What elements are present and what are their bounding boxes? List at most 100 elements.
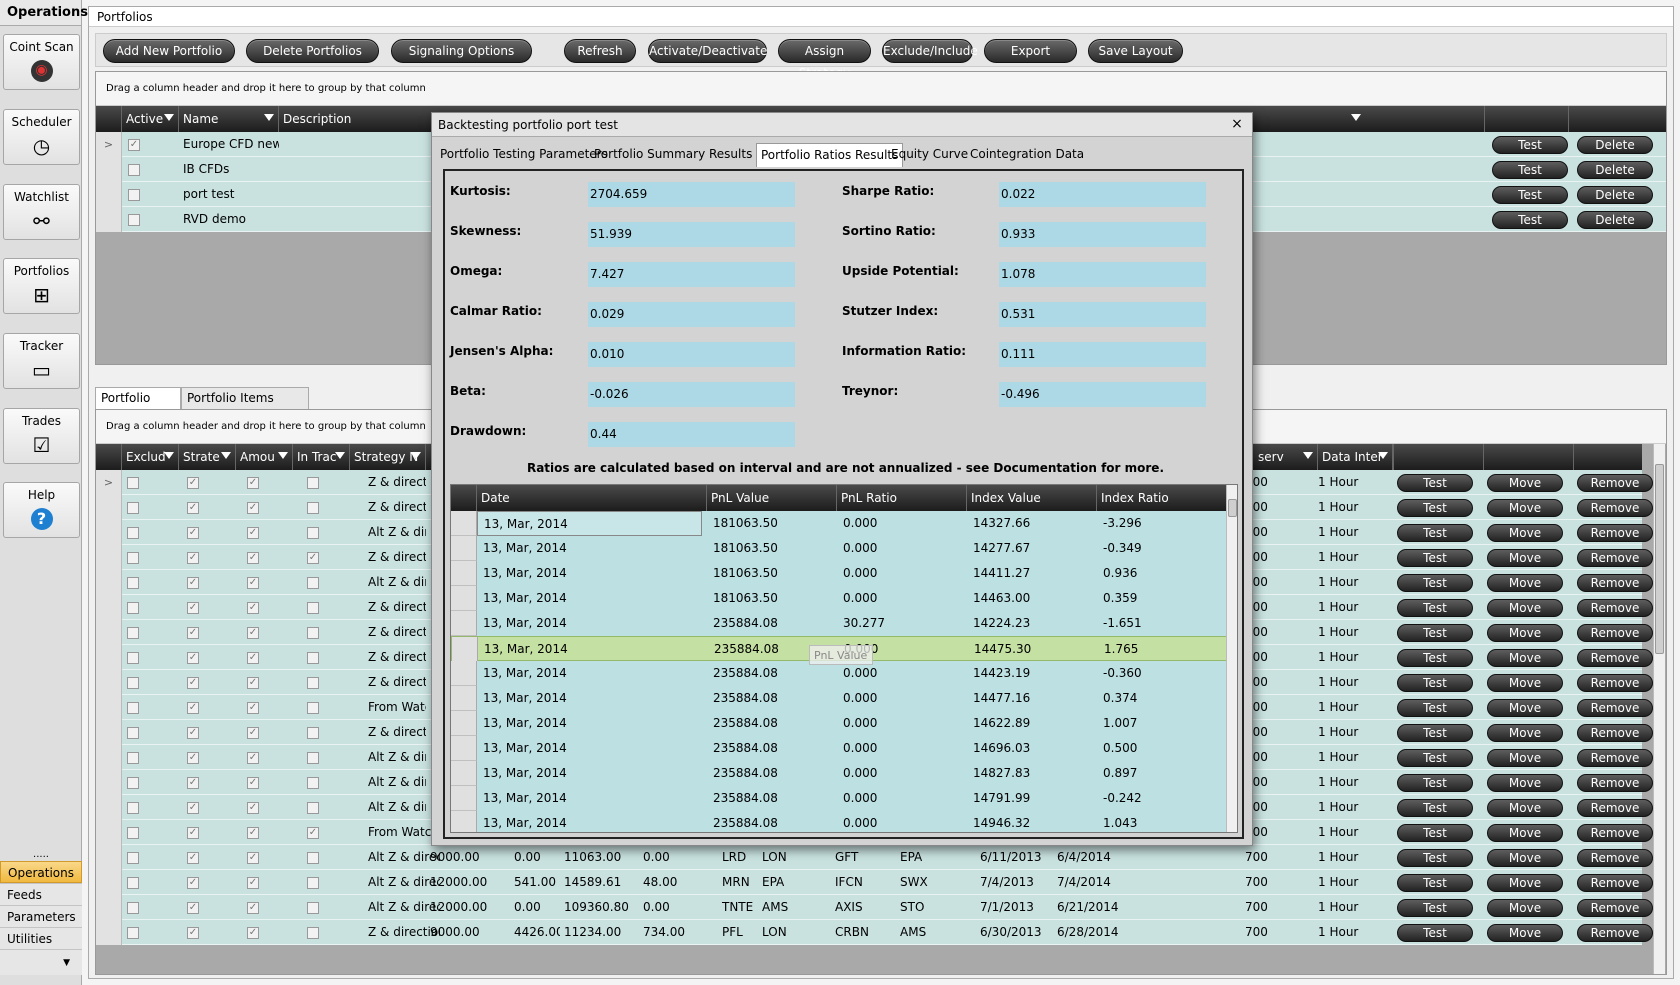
sidebar-button-coint-scan[interactable]: Coint Scan ◉ [3, 34, 80, 90]
move-button[interactable]: Move [1487, 774, 1563, 792]
remove-button[interactable]: Remove [1577, 799, 1653, 817]
in-track-checkbox[interactable] [307, 727, 319, 739]
row-selector[interactable] [451, 511, 477, 536]
column-header-pnl-ratio[interactable]: PnL Ratio [837, 485, 967, 511]
delete-button[interactable]: Delete [1577, 136, 1653, 154]
filter-icon[interactable] [1378, 452, 1388, 459]
in-track-checkbox[interactable] [307, 902, 319, 914]
remove-button[interactable]: Remove [1577, 674, 1653, 692]
test-button[interactable]: Test [1492, 161, 1568, 179]
row-selector[interactable] [451, 711, 477, 736]
strategy-checkbox[interactable]: ✓ [187, 802, 199, 814]
amount-checkbox[interactable]: ✓ [247, 927, 259, 939]
table-row[interactable]: 13, Mar, 2014 235884.08 0.000 14791.99 -0.24… [451, 786, 1227, 811]
in-track-checkbox[interactable] [307, 602, 319, 614]
in-track-checkbox[interactable] [307, 527, 319, 539]
strategy-checkbox[interactable]: ✓ [187, 552, 199, 564]
column-header[interactable]: serv [1254, 444, 1318, 470]
tab-portfolio-items-details[interactable]: Portfolio Items Details [181, 387, 309, 425]
filter-icon[interactable] [164, 452, 174, 459]
in-track-checkbox[interactable] [307, 927, 319, 939]
active-checkbox[interactable] [128, 189, 140, 201]
exclude-checkbox[interactable] [127, 627, 139, 639]
row-selector[interactable]: > [96, 132, 122, 157]
amount-checkbox[interactable]: ✓ [247, 877, 259, 889]
table-row[interactable]: 13, Mar, 2014 181063.50 0.000 14411.27 0.936 [451, 561, 1227, 586]
amount-checkbox[interactable]: ✓ [247, 527, 259, 539]
in-track-checkbox[interactable] [307, 677, 319, 689]
move-button[interactable]: Move [1487, 849, 1563, 867]
tab-cointegration-data[interactable]: Cointegration Data [966, 143, 1088, 167]
row-selector[interactable] [452, 637, 478, 662]
tab-portfolio-summary-results[interactable]: Portfolio Summary Results [590, 143, 756, 167]
row-selector[interactable] [451, 761, 477, 786]
remove-button[interactable]: Remove [1577, 924, 1653, 942]
row-selector[interactable] [96, 520, 122, 545]
tab-equity-curve[interactable]: Equity Curve [887, 143, 972, 167]
column-header[interactable]: Strategy N [350, 444, 426, 470]
strategy-checkbox[interactable]: ✓ [187, 852, 199, 864]
exclude-checkbox[interactable] [127, 702, 139, 714]
toolbar-button-activate-deactivate[interactable]: Activate/Deactivate [648, 39, 767, 63]
delete-button[interactable]: Delete [1577, 161, 1653, 179]
row-selector[interactable] [451, 811, 477, 832]
table-row[interactable]: ✓ ✓ Alt Z & direct 12000.00 0.00 109360.80 0.0… [96, 895, 1653, 920]
table-row[interactable]: ✓ ✓ Z & direction 9000.00 4426.00 11234.00 734… [96, 920, 1653, 945]
column-header-active[interactable]: Active [122, 106, 179, 132]
remove-button[interactable]: Remove [1577, 699, 1653, 717]
row-selector[interactable]: > [96, 470, 122, 495]
sidebar-button-help[interactable]: Help? [3, 482, 80, 538]
nav-overflow-button[interactable]: ▼ [0, 949, 82, 975]
strategy-checkbox[interactable]: ✓ [187, 827, 199, 839]
remove-button[interactable]: Remove [1577, 849, 1653, 867]
in-track-checkbox[interactable] [307, 702, 319, 714]
strategy-checkbox[interactable]: ✓ [187, 627, 199, 639]
exclude-checkbox[interactable] [127, 677, 139, 689]
strategy-checkbox[interactable]: ✓ [187, 502, 199, 514]
scroll-thumb[interactable] [1655, 464, 1664, 654]
column-header[interactable]: Amou [236, 444, 293, 470]
test-button[interactable]: Test [1397, 574, 1473, 592]
filter-icon[interactable] [411, 452, 421, 459]
ratios-vertical-scrollbar[interactable] [1226, 485, 1237, 832]
row-selector[interactable] [96, 795, 122, 820]
strategy-checkbox[interactable]: ✓ [187, 777, 199, 789]
row-selector[interactable] [451, 661, 477, 686]
amount-checkbox[interactable]: ✓ [247, 477, 259, 489]
exclude-checkbox[interactable] [127, 927, 139, 939]
table-row[interactable]: ✓ ✓ Alt Z & direct 9000.00 0.00 11063.00 0.00 L… [96, 845, 1653, 870]
strategy-checkbox[interactable]: ✓ [187, 527, 199, 539]
row-selector[interactable] [96, 870, 122, 895]
toolbar-button-signaling-options[interactable]: Signaling Options [391, 39, 532, 63]
remove-button[interactable]: Remove [1577, 874, 1653, 892]
filter-icon[interactable] [1351, 114, 1361, 121]
test-button[interactable]: Test [1397, 499, 1473, 517]
amount-checkbox[interactable]: ✓ [247, 677, 259, 689]
exclude-checkbox[interactable] [127, 902, 139, 914]
remove-button[interactable]: Remove [1577, 499, 1653, 517]
amount-checkbox[interactable]: ✓ [247, 802, 259, 814]
test-button[interactable]: Test [1397, 549, 1473, 567]
row-selector[interactable] [96, 920, 122, 945]
test-button[interactable]: Test [1397, 799, 1473, 817]
table-row[interactable]: 13, Mar, 2014 235884.08 30.277 14224.23 -1.6… [451, 611, 1227, 636]
sidebar-nav-parameters[interactable]: Parameters [0, 905, 82, 927]
in-track-checkbox[interactable] [307, 777, 319, 789]
tab-portfolio-ratios-results[interactable]: Portfolio Ratios Results [756, 143, 904, 167]
row-selector[interactable] [451, 536, 477, 561]
row-selector[interactable] [451, 686, 477, 711]
remove-button[interactable]: Remove [1577, 899, 1653, 917]
move-button[interactable]: Move [1487, 799, 1563, 817]
move-button[interactable]: Move [1487, 749, 1563, 767]
move-button[interactable]: Move [1487, 649, 1563, 667]
exclude-checkbox[interactable] [127, 752, 139, 764]
sidebar-button-watchlist[interactable]: Watchlist ⚯ [3, 184, 80, 240]
test-button[interactable]: Test [1397, 924, 1473, 942]
sidebar-button-tracker[interactable]: Tracker ▭ [3, 333, 80, 389]
exclude-checkbox[interactable] [127, 802, 139, 814]
delete-button[interactable]: Delete [1577, 186, 1653, 204]
test-button[interactable]: Test [1397, 474, 1473, 492]
column-header[interactable]: Strate [179, 444, 236, 470]
move-button[interactable]: Move [1487, 824, 1563, 842]
row-selector[interactable] [96, 620, 122, 645]
